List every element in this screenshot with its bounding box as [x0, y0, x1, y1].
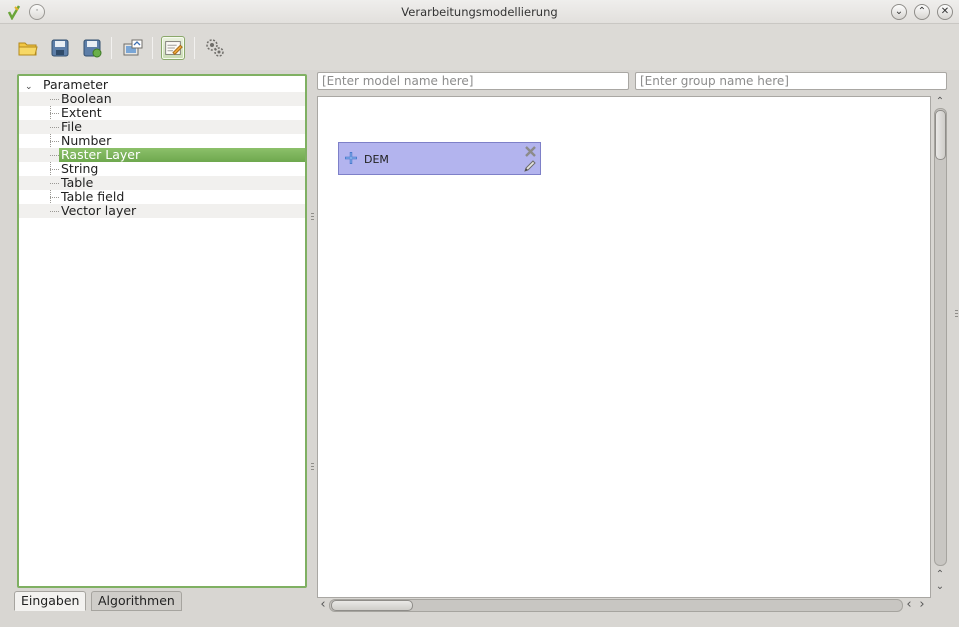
edit-help-button[interactable] — [161, 36, 185, 60]
inputs-panel: ⌄ Parameter Boolean Extent File Number R… — [17, 74, 307, 588]
tree-item-table-field[interactable]: Table field — [19, 190, 305, 204]
export-image-button[interactable] — [121, 36, 145, 60]
scroll-thumb[interactable] — [331, 600, 413, 611]
splitter-handle[interactable] — [311, 463, 314, 471]
model-name-input[interactable] — [317, 72, 629, 90]
maximize-button[interactable]: ⌃ — [914, 4, 930, 20]
window-titlebar: · Verarbeitungsmodellierung ⌄ ⌃ ✕ — [0, 0, 959, 24]
tree-item-label: Vector layer — [61, 203, 137, 218]
splitter-handle[interactable] — [311, 213, 314, 221]
edit-help-icon — [165, 41, 183, 56]
open-model-button[interactable] — [16, 36, 40, 60]
run-gears-icon — [206, 39, 224, 57]
model-node-dem[interactable]: DEM — [338, 142, 541, 175]
run-model-button[interactable] — [203, 36, 227, 60]
splitter-handle[interactable] — [955, 310, 958, 318]
tree-item-extent[interactable]: Extent — [19, 106, 305, 120]
toolbar — [0, 24, 959, 70]
tree-item-vector-layer[interactable]: Vector layer — [19, 204, 305, 218]
plus-icon — [345, 152, 357, 164]
vertical-scrollbar[interactable]: ⌃ ⌃ ⌄ — [933, 96, 948, 594]
scroll-up-arrow-icon[interactable]: ⌃ — [934, 570, 946, 580]
save-icon — [51, 39, 69, 57]
tree-root-label: Parameter — [43, 77, 109, 92]
window-title: Verarbeitungsmodellierung — [401, 5, 558, 19]
toolbar-separator — [152, 37, 153, 59]
tree-item-file[interactable]: File — [19, 120, 305, 134]
tree-item-label: Raster Layer — [59, 148, 305, 162]
tree-item-raster-layer[interactable]: Raster Layer — [19, 148, 305, 162]
scroll-left-arrow-icon[interactable]: ‹ — [903, 598, 915, 611]
scroll-thumb[interactable] — [935, 110, 946, 160]
tree-item-number[interactable]: Number — [19, 134, 305, 148]
horizontal-scrollbar[interactable]: ‹ ‹ › — [317, 598, 931, 613]
tree-item-string[interactable]: String — [19, 162, 305, 176]
scroll-down-arrow-icon[interactable]: ⌄ — [934, 582, 946, 592]
export-image-icon — [123, 39, 143, 56]
scroll-up-arrow-icon[interactable]: ⌃ — [934, 97, 946, 107]
model-canvas[interactable]: DEM — [317, 96, 931, 598]
tree-item-label: Boolean — [61, 91, 112, 106]
node-label: DEM — [364, 153, 389, 166]
save-as-button[interactable] — [80, 36, 104, 60]
collapse-chevron-icon[interactable]: ⌄ — [25, 82, 35, 92]
delete-icon[interactable] — [524, 145, 537, 158]
group-name-input[interactable] — [635, 72, 947, 90]
folder-open-icon — [18, 42, 38, 56]
tree-item-label: Table — [61, 175, 94, 190]
tree-item-label: String — [61, 161, 99, 176]
scroll-left-arrow-icon[interactable]: ‹ — [317, 598, 329, 611]
tree-item-label: File — [61, 119, 82, 134]
minimize-button[interactable]: ⌄ — [891, 4, 907, 20]
close-button[interactable]: ✕ — [937, 4, 953, 20]
scroll-right-arrow-icon[interactable]: › — [916, 598, 928, 611]
toolbar-separator — [194, 37, 195, 59]
tab-algorithmen[interactable]: Algorithmen — [91, 591, 182, 611]
toolbar-separator — [111, 37, 112, 59]
tree-item-label: Table field — [61, 189, 125, 204]
tree-item-boolean[interactable]: Boolean — [19, 92, 305, 106]
save-as-icon — [83, 39, 102, 58]
tab-eingaben[interactable]: Eingaben — [14, 591, 87, 611]
scroll-track[interactable] — [934, 108, 947, 566]
tree-item-label: Number — [61, 133, 112, 148]
save-button[interactable] — [48, 36, 72, 60]
pencil-icon[interactable] — [523, 159, 537, 173]
scroll-track[interactable] — [329, 599, 903, 612]
tree-item-table[interactable]: Table — [19, 176, 305, 190]
tree-root-parameter[interactable]: ⌄ Parameter — [19, 77, 305, 93]
tree-item-label: Extent — [61, 105, 102, 120]
